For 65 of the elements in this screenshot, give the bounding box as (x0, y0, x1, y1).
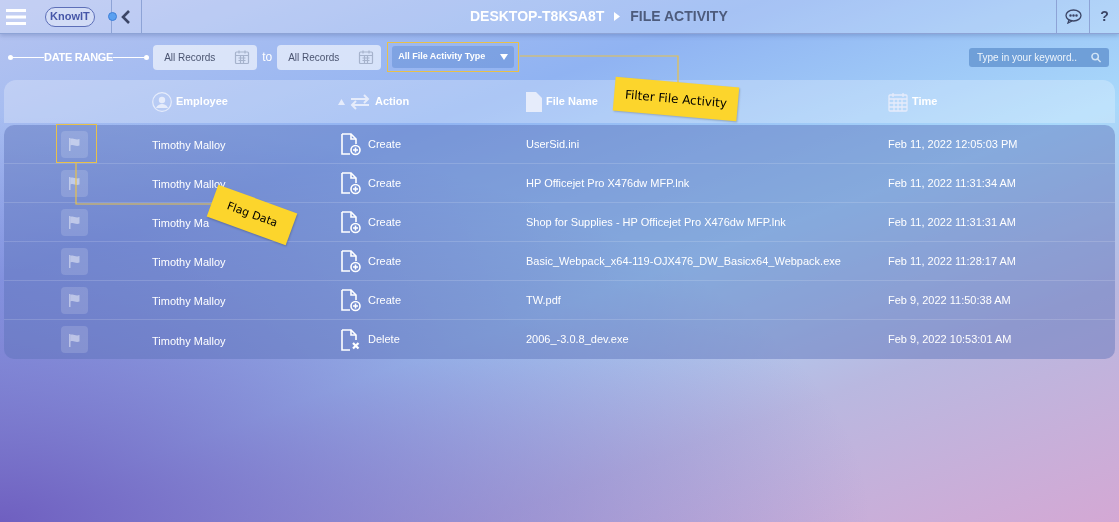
flag-icon[interactable] (61, 169, 88, 197)
employee-cell: Timothy Malloy (152, 334, 226, 347)
column-header[interactable]: Employee (176, 93, 228, 110)
file-name-cell-text: Basic_Webpack_x64-119-OJX476_DW_Basicx64_Webpack.exe (526, 253, 842, 269)
file-name-cell-text: TW.pdf (526, 292, 562, 308)
time-cell-text: Feb 11, 2022 11:31:34 AM (888, 175, 1018, 191)
action-cell-text: Delete (368, 332, 400, 348)
file-add-icon (338, 171, 362, 195)
device-name[interactable]: DESKTOP-T8KSA8T (469, 6, 605, 27)
menu-icon[interactable] (6, 8, 26, 25)
column-header[interactable]: File Name (546, 93, 598, 110)
highlight-frame (56, 124, 97, 163)
date-range-label: DATE RANGE (44, 49, 114, 65)
calendar-icon (888, 91, 908, 112)
time-cell-text: Feb 9, 2022 10:53:01 AM (888, 332, 1013, 348)
sticky-note: Filter File Activity (612, 76, 740, 122)
action-cell-text: Create (368, 292, 402, 308)
flag-icon[interactable] (61, 208, 88, 236)
action-cell-text: Create (368, 214, 402, 230)
flag-icon[interactable] (61, 326, 88, 353)
swap-icon (349, 93, 371, 110)
flag-icon[interactable] (61, 286, 88, 314)
action-cell-text: Create (368, 253, 402, 269)
employee-cell: Timothy Malloy (152, 256, 226, 268)
time-cell-text: Feb 11, 2022 11:28:17 AM (888, 253, 1018, 269)
employee-cell: Timothy Malloy (152, 295, 226, 307)
user-icon (152, 91, 172, 112)
file-delete-icon (338, 327, 362, 352)
file-add-icon (338, 210, 362, 234)
flag-icon[interactable] (61, 247, 88, 275)
file-name-cell-text: Shop for Supplies - HP Officejet Pro X476dw MFP.lnk (526, 214, 787, 230)
caret-icon (500, 54, 509, 60)
employee-cell: Timothy Malloy (152, 139, 226, 151)
sort-icon[interactable] (338, 98, 345, 105)
calendar-icon (358, 49, 375, 65)
chevron-icon (614, 12, 621, 21)
to-label: to (262, 49, 273, 66)
search-icon[interactable] (1090, 51, 1101, 63)
search-field[interactable]: Type in your keyword.. (969, 47, 1109, 67)
file-name-cell-text: UserSid.ini (526, 136, 581, 152)
file-name-cell-text: HP Officejet Pro X476dw MFP.lnk (526, 175, 691, 191)
column-header[interactable]: Action (375, 93, 410, 110)
action-cell-text: Create (368, 175, 402, 191)
time-cell-text: Feb 11, 2022 11:31:31 AM (888, 214, 1018, 230)
range-line (113, 54, 150, 60)
collapse-icon[interactable] (120, 9, 131, 24)
file-add-icon (338, 249, 362, 273)
flag-icon[interactable] (61, 130, 88, 158)
start-date-field[interactable]: All Records (153, 44, 258, 70)
file-add-icon (338, 132, 362, 156)
file-name-cell-text: 2006_-3.0.8_dev.exe (526, 332, 630, 348)
activity-type-dropdown[interactable]: All File Activity Type (392, 46, 515, 68)
chat-icon[interactable] (1064, 9, 1082, 24)
column-header[interactable]: Time (912, 93, 938, 110)
file-icon (526, 91, 542, 112)
end-date-field[interactable]: All Records (277, 44, 382, 70)
time-cell-text: Feb 9, 2022 11:50:38 AM (888, 292, 1012, 308)
action-cell-text: Create (368, 136, 402, 152)
help-button[interactable]: ? (1089, 0, 1119, 33)
time-cell-text: Feb 11, 2022 12:05:03 PM (888, 136, 1019, 152)
calendar-icon (234, 49, 251, 65)
page-title: FILE ACTIVITY (630, 7, 728, 26)
logo[interactable]: KnowIT (45, 6, 95, 27)
range-line (8, 54, 44, 60)
file-add-icon (338, 288, 362, 312)
